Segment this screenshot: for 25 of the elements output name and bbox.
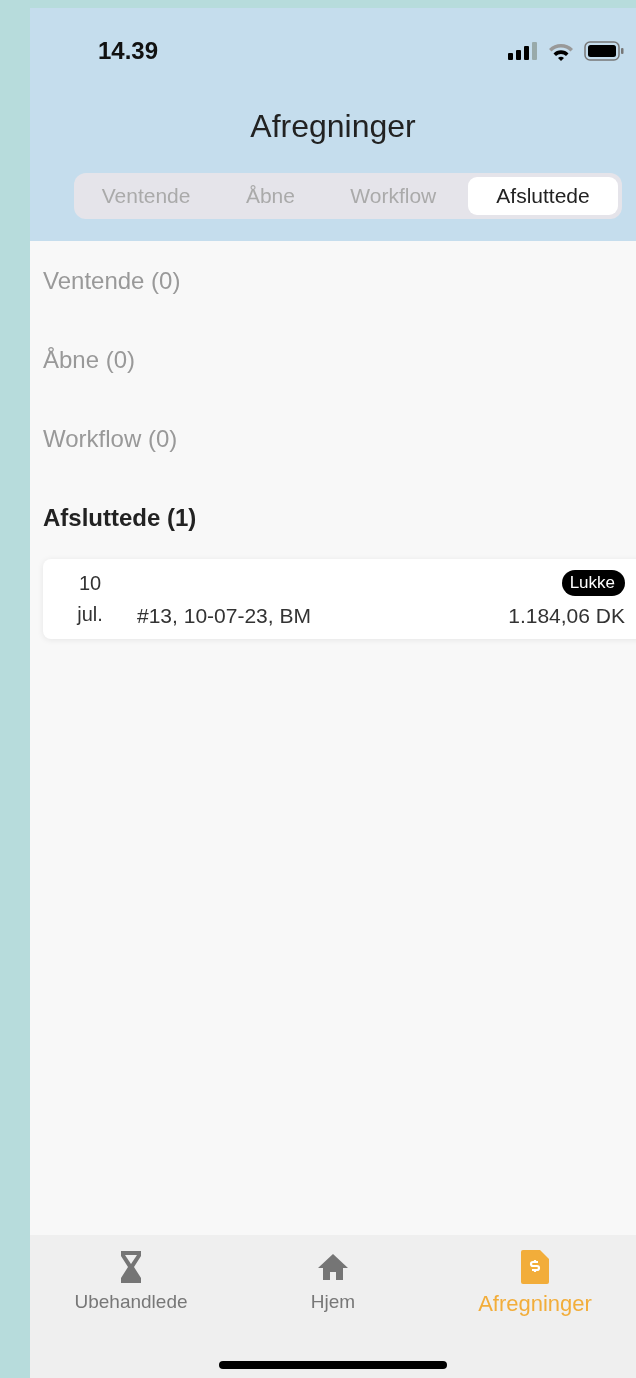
section-heading[interactable]: Ventende (0): [43, 267, 636, 346]
page-title: Afregninger: [249, 108, 417, 145]
nav-tab[interactable]: Ubehandlede: [30, 1249, 232, 1317]
date-day: 10: [78, 572, 102, 595]
section-heading[interactable]: Åbne (0): [43, 346, 636, 425]
status-time: 14.39: [98, 37, 159, 65]
hourglass-icon: [120, 1251, 142, 1283]
status-badge: Lukke: [561, 570, 625, 596]
home-icon: [317, 1253, 349, 1281]
date-month: jul.: [77, 603, 103, 626]
segment-tab[interactable]: Åbne: [222, 177, 319, 215]
settlement-card[interactable]: 10 jul. #13, 10-07-23, BM Lukke 1.184,06 DK: [43, 559, 636, 639]
nav-tab[interactable]: Afregninger: [434, 1249, 636, 1317]
section-heading[interactable]: Workflow (0): [43, 425, 636, 504]
section-heading[interactable]: Afsluttede (1): [43, 504, 636, 532]
segment-tab[interactable]: Afsluttede: [468, 177, 618, 215]
settlement-description: #13, 10-07-23, BM: [137, 604, 312, 629]
invoice-icon: [521, 1250, 549, 1284]
battery-icon: [584, 41, 624, 61]
segment-tab[interactable]: Workflow: [326, 177, 460, 215]
segment-tab[interactable]: Ventende: [78, 177, 215, 215]
wifi-icon: [548, 41, 574, 61]
settlement-amount: 1.184,06 DK: [508, 604, 625, 628]
nav-tab[interactable]: Hjem: [232, 1249, 434, 1317]
signal-icon: [508, 42, 538, 60]
